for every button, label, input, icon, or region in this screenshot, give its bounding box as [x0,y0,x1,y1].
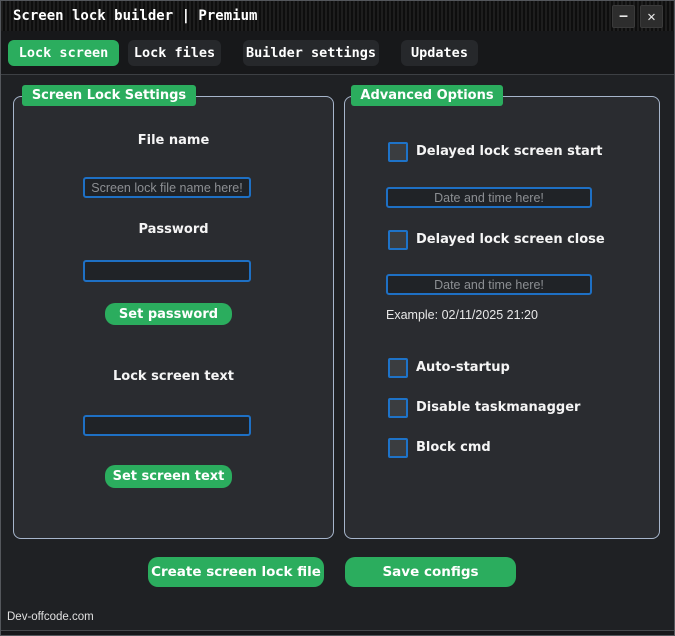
password-label: Password [138,222,209,237]
save-configs-button[interactable]: Save configs [345,557,516,587]
tab-lock-files[interactable]: Lock files [128,40,221,66]
tab-lock-screen[interactable]: Lock screen [8,40,119,66]
delayed-close-checkbox[interactable] [388,230,408,250]
create-screen-lock-file-button[interactable]: Create screen lock file [148,557,324,587]
tab-builder-settings[interactable]: Builder settings [243,40,379,66]
lock-screen-text-input[interactable] [83,415,251,436]
footer-strip [1,631,674,635]
close-icon: ✕ [647,8,656,25]
auto-startup-label: Auto-startup [416,360,510,375]
screen-lock-settings-header: Screen Lock Settings [22,85,196,106]
footer-brand-text: Dev-offcode.com [7,611,94,623]
tab-bar: Lock screen Lock files Builder settings … [1,31,674,75]
delayed-close-datetime-input[interactable] [386,274,592,295]
delayed-start-label: Delayed lock screen start [416,144,603,159]
set-screen-text-button[interactable]: Set screen text [105,465,232,488]
disable-taskmanager-checkbox[interactable] [388,398,408,418]
file-name-label: File name [137,133,210,148]
datetime-example-text: Example: 02/11/2025 21:20 [386,308,538,322]
block-cmd-label: Block cmd [416,440,491,455]
auto-startup-checkbox[interactable] [388,358,408,378]
block-cmd-checkbox[interactable] [388,438,408,458]
advanced-options-header: Advanced Options [351,85,503,106]
lock-screen-text-label: Lock screen text [113,369,234,384]
file-name-input[interactable] [83,177,251,198]
delayed-start-datetime-input[interactable] [386,187,592,208]
title-bar: Screen lock builder | Premium – ✕ [1,1,674,31]
delayed-start-checkbox[interactable] [388,142,408,162]
password-input[interactable] [83,260,251,282]
window-title: Screen lock builder | Premium [13,8,258,24]
delayed-close-label: Delayed lock screen close [416,232,605,247]
close-button[interactable]: ✕ [640,5,663,28]
tab-updates[interactable]: Updates [401,40,478,66]
set-password-button[interactable]: Set password [105,303,232,325]
app-window: Screen lock builder | Premium – ✕ Lock s… [0,0,675,636]
minimize-icon: – [619,9,628,24]
minimize-button[interactable]: – [612,5,635,28]
disable-taskmanager-label: Disable taskmanagger [416,400,581,415]
